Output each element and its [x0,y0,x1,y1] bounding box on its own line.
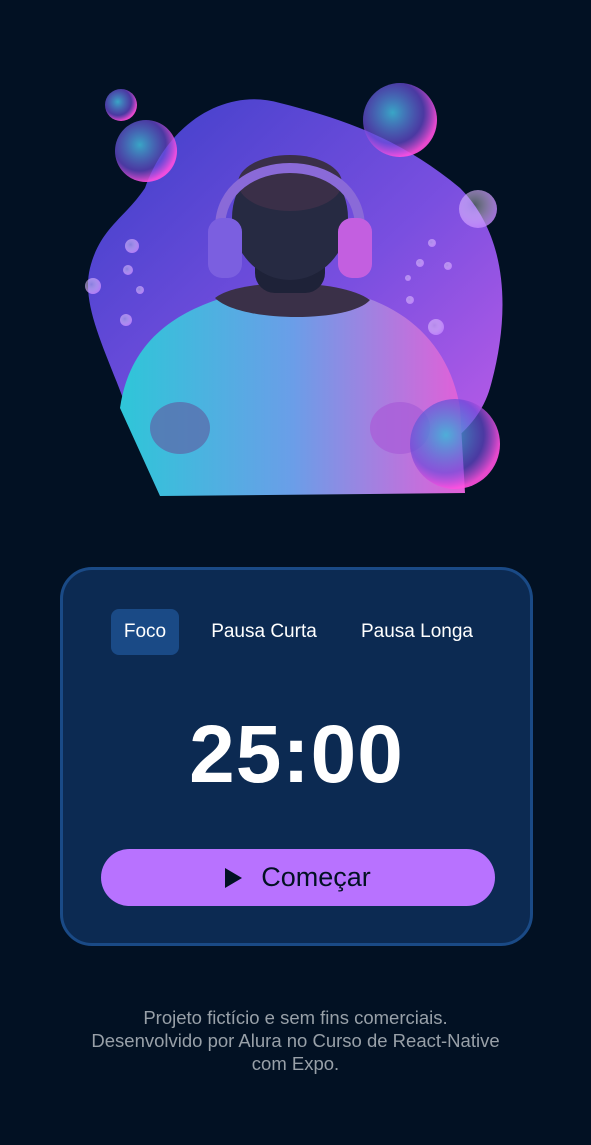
footer-line: Desenvolvido por Alura no Curso de React… [91,1030,500,1051]
start-button-label: Começar [261,862,371,892]
timer-card: Foco Pausa Curta Pausa Longa 25:00 Começ… [60,567,533,946]
start-button[interactable]: Começar [101,849,495,906]
footer-line: com Expo. [251,1053,340,1074]
tab-pausa-curta[interactable]: Pausa Curta [203,609,325,655]
tab-foco[interactable]: Foco [111,609,179,655]
play-icon [225,867,243,888]
hero-illustration [85,83,503,496]
footer: Projeto fictício e sem fins comerciais. … [0,1006,591,1075]
footer-line: Projeto fictício e sem fins comerciais. [143,1007,448,1028]
app-screen: Foco Pausa Curta Pausa Longa 25:00 Começ… [0,0,591,1145]
mode-tabs: Foco Pausa Curta Pausa Longa [63,609,530,657]
timer-display: 25:00 [189,709,404,800]
tab-pausa-longa[interactable]: Pausa Longa [353,609,481,655]
